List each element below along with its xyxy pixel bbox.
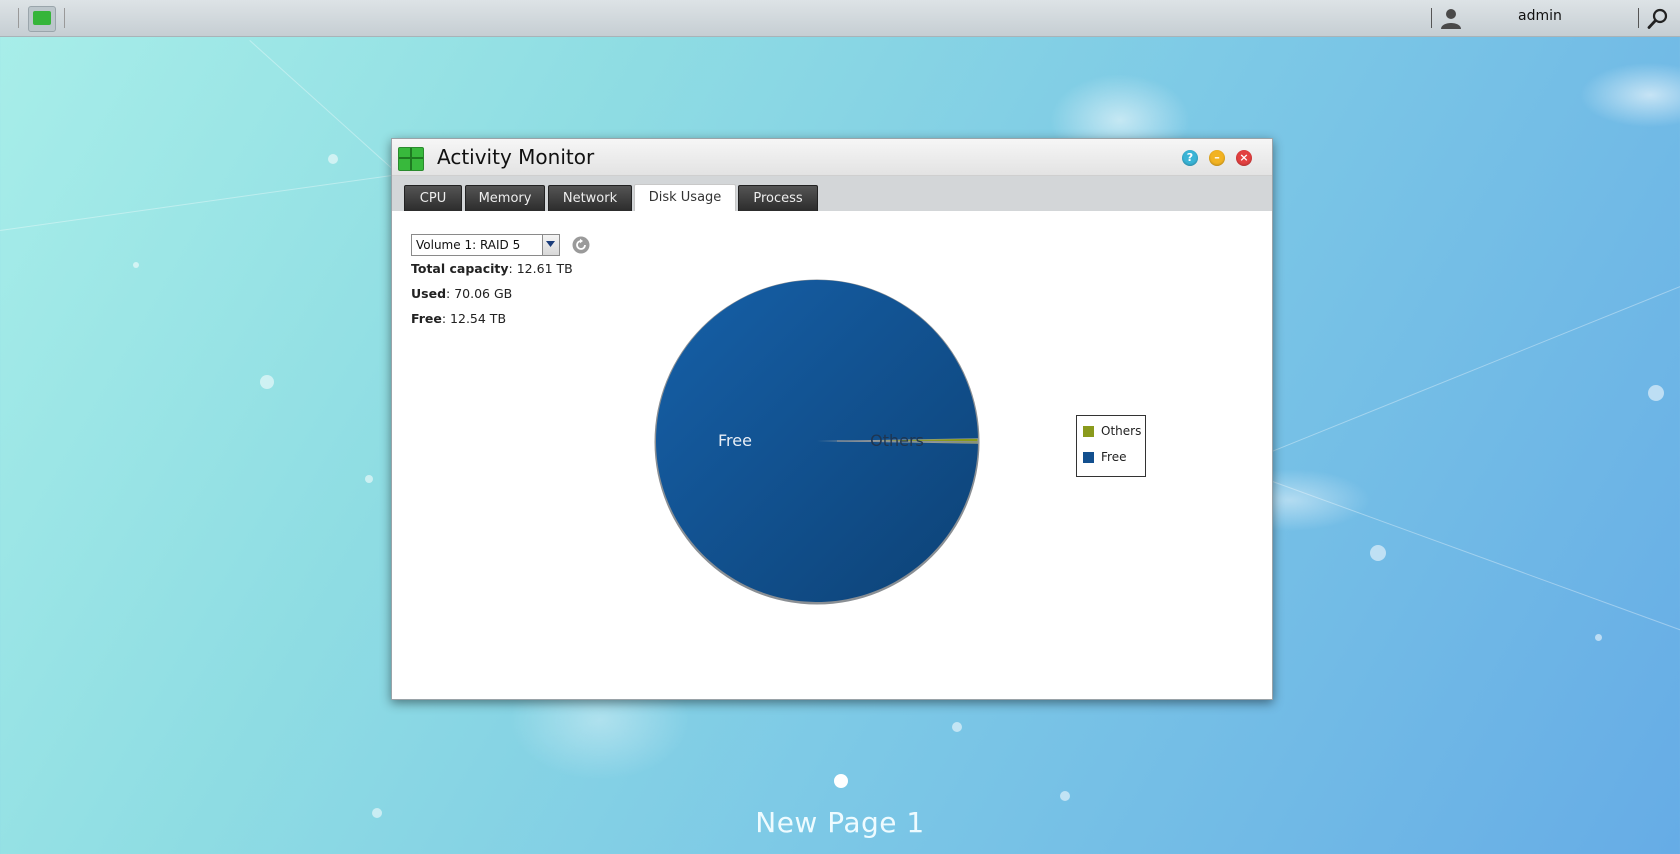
legend-label-free: Free	[1101, 450, 1127, 464]
bg-decoration	[1370, 545, 1386, 561]
chart-legend: Others Free	[1076, 415, 1146, 477]
tab-process[interactable]: Process	[738, 185, 818, 211]
bg-decoration	[1595, 634, 1602, 641]
used-info: Used: 70.06 GB	[411, 286, 512, 301]
help-button[interactable]: ?	[1182, 150, 1198, 166]
pie-label-others: Others	[870, 431, 924, 450]
disk-usage-panel: Volume 1: RAID 5 Total capacity: 12.61 T…	[392, 211, 1272, 699]
legend-swatch-free	[1083, 452, 1094, 463]
used-label: Used	[411, 286, 447, 301]
bg-decoration	[365, 475, 373, 483]
volume-select-value: Volume 1: RAID 5	[416, 238, 521, 252]
tab-network[interactable]: Network	[548, 185, 632, 211]
pie-label-free: Free	[718, 431, 752, 450]
window-title: Activity Monitor	[437, 145, 595, 169]
legend-label-others: Others	[1101, 424, 1142, 438]
activity-monitor-app-icon	[398, 147, 424, 171]
top-taskbar: admin	[0, 0, 1680, 37]
tab-cpu[interactable]: CPU	[404, 185, 462, 211]
minimize-button[interactable]: –	[1209, 150, 1225, 166]
total-capacity-info: Total capacity: 12.61 TB	[411, 261, 573, 276]
close-button[interactable]: ×	[1236, 150, 1252, 166]
total-capacity-label: Total capacity	[411, 261, 509, 276]
taskbar-divider	[1638, 8, 1639, 28]
activity-monitor-taskbar-icon[interactable]	[28, 6, 56, 32]
taskbar-divider	[18, 8, 19, 28]
bg-decoration	[1648, 385, 1664, 401]
activity-monitor-window: Activity Monitor ? – × CPU Memory Networ…	[391, 138, 1273, 700]
bg-decoration	[328, 154, 338, 164]
desktop-page-label: New Page 1	[755, 806, 925, 839]
tab-disk-usage[interactable]: Disk Usage	[634, 184, 736, 211]
tab-bar: CPU Memory Network Disk Usage Process	[392, 176, 1272, 211]
total-capacity-value: : 12.61 TB	[508, 261, 573, 276]
search-icon[interactable]	[1647, 8, 1669, 30]
taskbar-divider	[1431, 8, 1432, 28]
page-indicator-dot[interactable]	[834, 774, 848, 788]
refresh-icon[interactable]	[572, 236, 590, 254]
window-titlebar[interactable]: Activity Monitor ? – ×	[392, 139, 1272, 176]
disk-usage-pie-chart: Free Others	[654, 279, 980, 605]
free-label: Free	[411, 311, 442, 326]
bg-decoration	[1060, 791, 1070, 801]
bg-decoration	[952, 722, 962, 732]
bg-decoration	[133, 262, 139, 268]
dropdown-arrow[interactable]	[542, 235, 559, 255]
free-value: : 12.54 TB	[441, 311, 507, 326]
taskbar-divider	[64, 8, 65, 28]
legend-swatch-others	[1083, 426, 1094, 437]
app-grid-icon	[33, 11, 51, 25]
chevron-down-icon	[546, 241, 555, 247]
free-info: Free: 12.54 TB	[411, 311, 506, 326]
bg-decoration	[260, 375, 274, 389]
tab-memory[interactable]: Memory	[465, 185, 545, 211]
volume-select[interactable]: Volume 1: RAID 5	[411, 234, 560, 256]
username-label[interactable]: admin	[1518, 8, 1562, 24]
used-value: : 70.06 GB	[446, 286, 513, 301]
user-icon[interactable]	[1440, 7, 1462, 29]
bg-decoration	[1269, 480, 1680, 635]
